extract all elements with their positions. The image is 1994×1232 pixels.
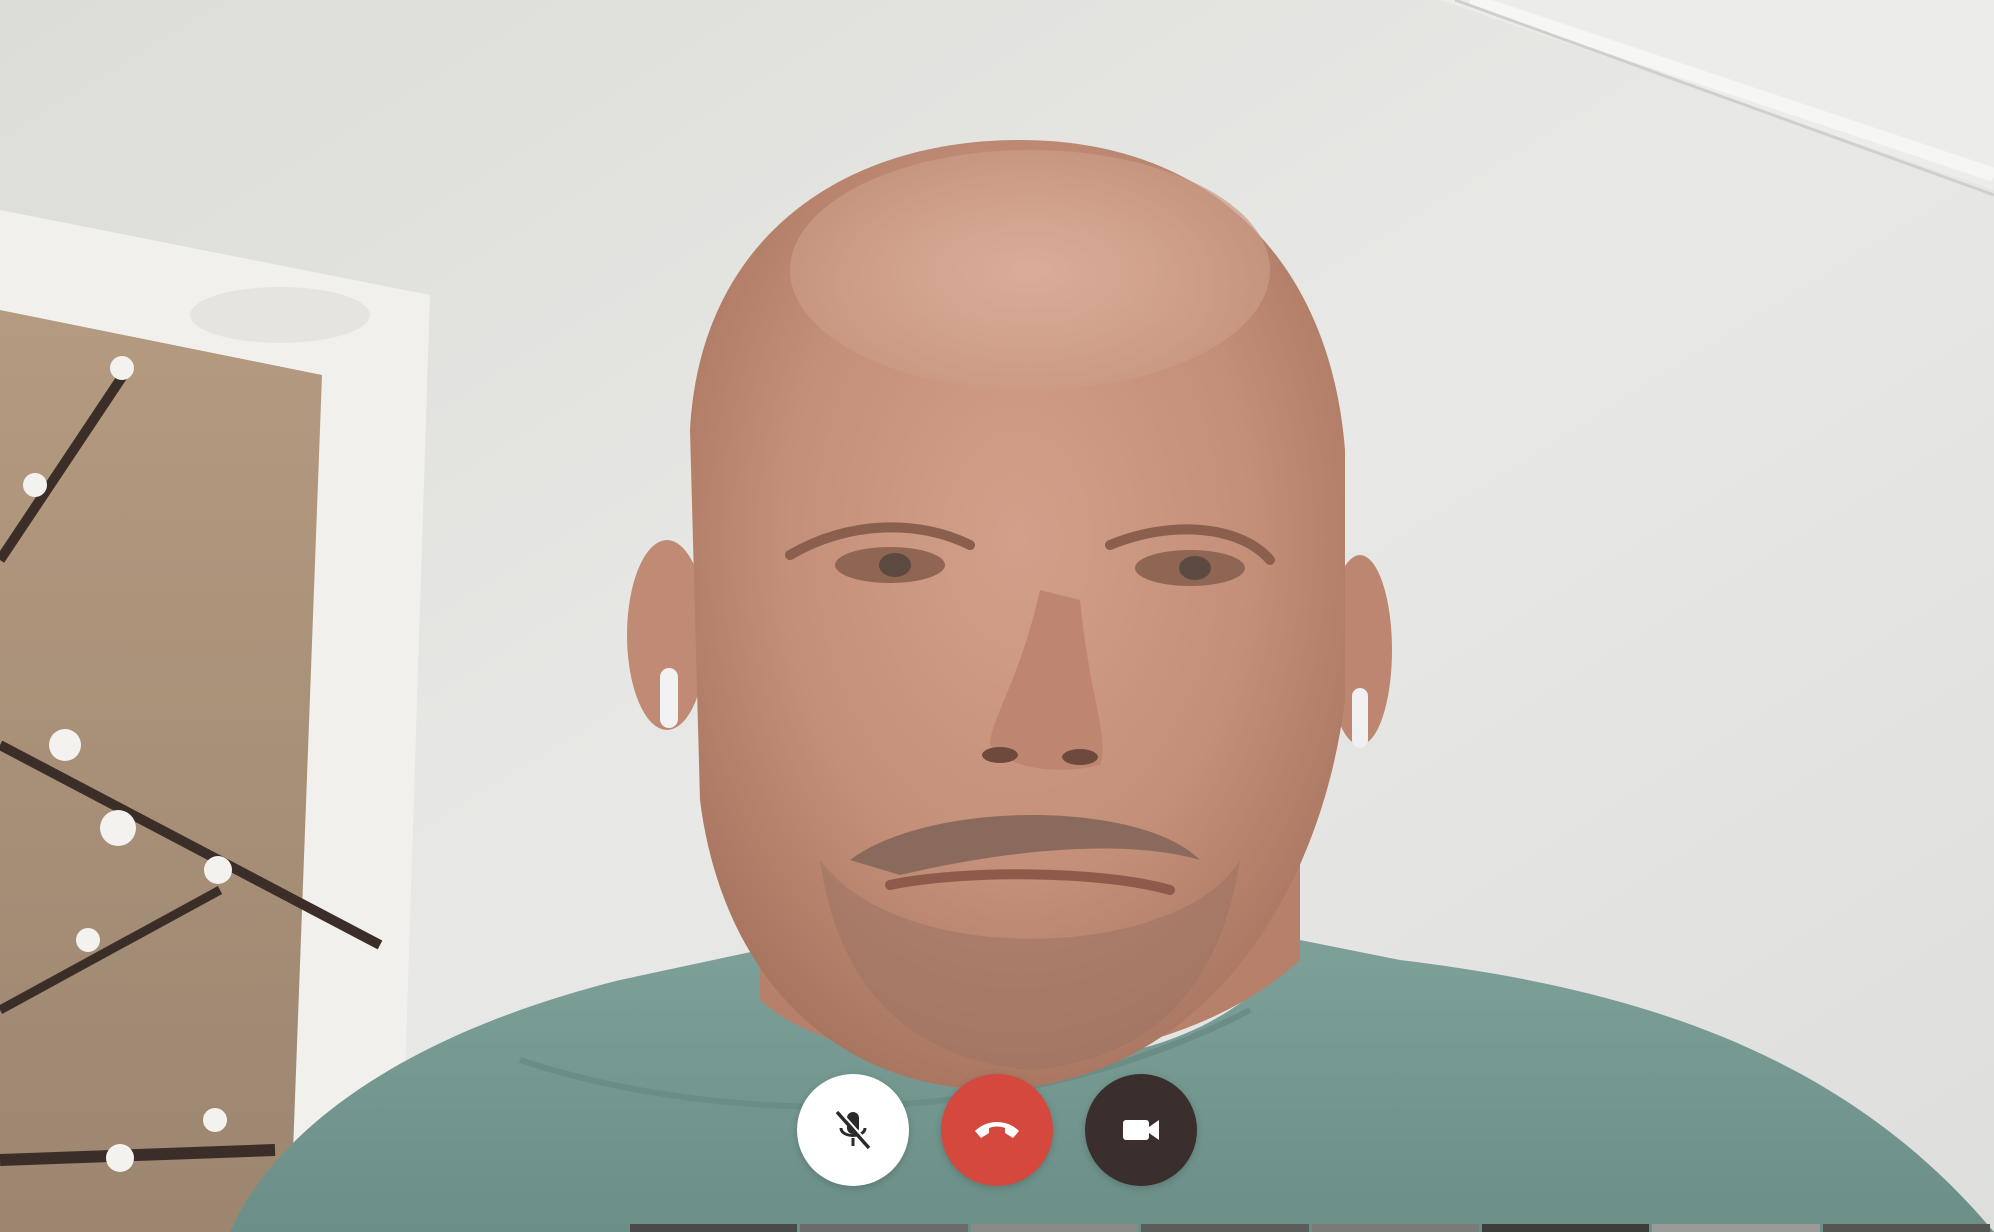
end-call-button[interactable]: [941, 1074, 1053, 1186]
participant-thumbnail-strip: [630, 1224, 1990, 1232]
participant-thumbnail[interactable]: [800, 1224, 968, 1232]
call-controls: [0, 1074, 1994, 1186]
participant-thumbnail[interactable]: [970, 1224, 1139, 1232]
participant-thumbnail[interactable]: [630, 1224, 798, 1232]
participant-thumbnail[interactable]: [1822, 1224, 1990, 1232]
mic-off-icon: [833, 1108, 873, 1152]
participant-thumbnail[interactable]: [1141, 1224, 1309, 1232]
phone-hangup-icon: [973, 1119, 1021, 1141]
video-call-window: [0, 0, 1994, 1232]
participant-thumbnail[interactable]: [1481, 1224, 1650, 1232]
remote-video-feed: [0, 0, 1994, 1232]
participant-thumbnail[interactable]: [1652, 1224, 1820, 1232]
participant-thumbnail[interactable]: [1311, 1224, 1479, 1232]
video-frame-image: [0, 0, 1994, 1232]
video-camera-icon: [1121, 1116, 1161, 1144]
mute-button[interactable]: [797, 1074, 909, 1186]
camera-button[interactable]: [1085, 1074, 1197, 1186]
